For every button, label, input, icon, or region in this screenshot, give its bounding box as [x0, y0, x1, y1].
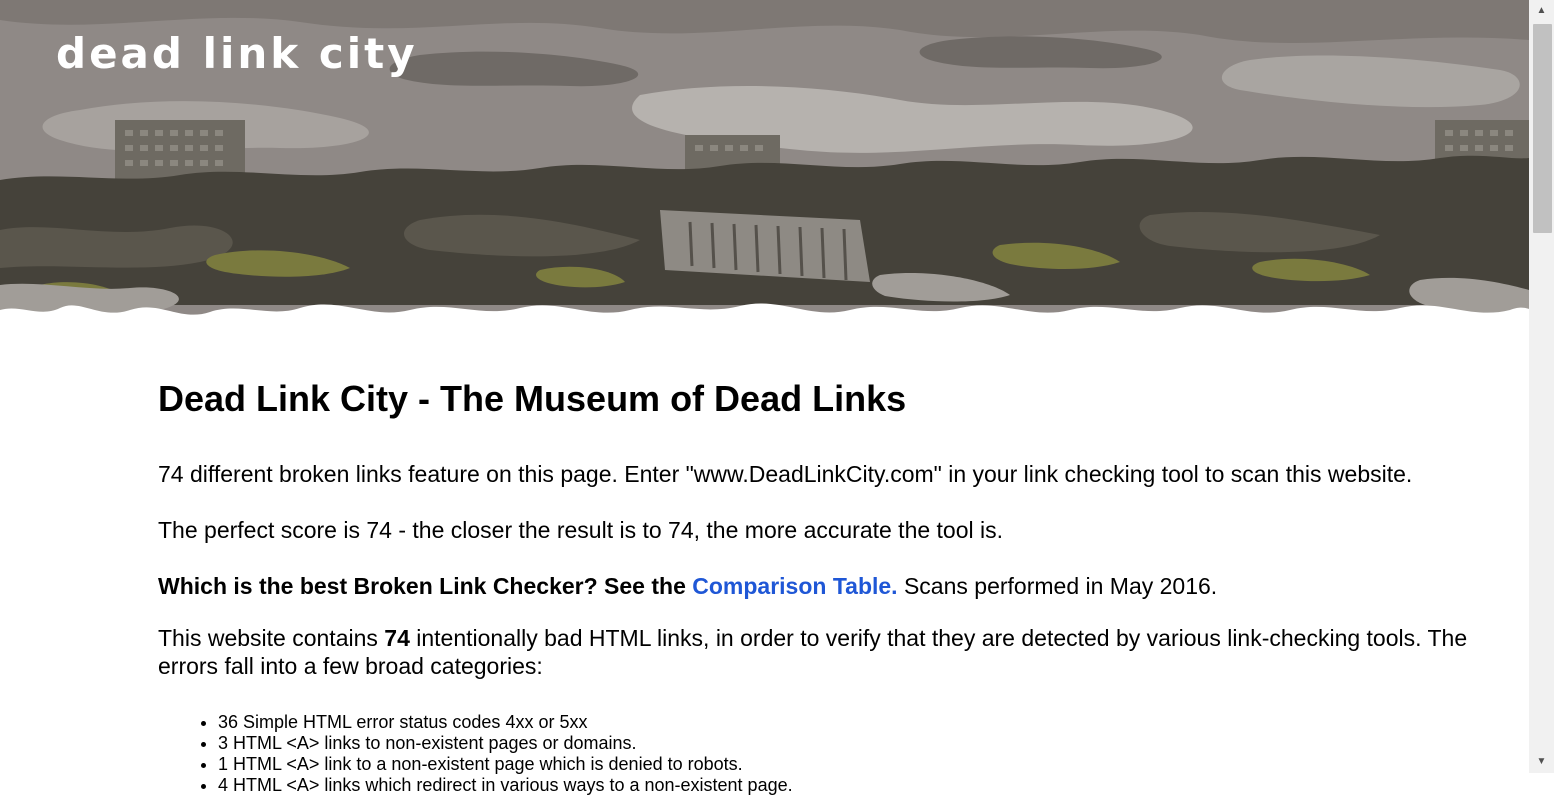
- page-title: Dead Link City - The Museum of Dead Link…: [158, 378, 907, 419]
- list-item: 36 Simple HTML error status codes 4xx or…: [218, 712, 1498, 733]
- scroll-down-arrow-icon[interactable]: ▼: [1529, 753, 1554, 773]
- list-item: 1 HTML <A> link to a non-existent page w…: [218, 754, 1498, 775]
- scroll-up-arrow-icon[interactable]: ▲: [1529, 0, 1554, 20]
- scrollbar-thumb[interactable]: [1533, 24, 1552, 233]
- scans-date-text: Scans performed in May 2016.: [897, 573, 1218, 599]
- vertical-scrollbar[interactable]: ▲ ▼: [1529, 0, 1554, 773]
- contains-before-text: This website contains: [158, 625, 385, 651]
- intro-paragraph: 74 different broken links feature on thi…: [158, 461, 1413, 487]
- site-logo[interactable]: Dead Link City: [56, 33, 418, 75]
- header-banner: Dead Link City: [0, 0, 1529, 335]
- list-item: 3 HTML <A> links to non-existent pages o…: [218, 733, 1498, 754]
- score-paragraph: The perfect score is 74 - the closer the…: [158, 517, 1004, 543]
- best-checker-question: Which is the best Broken Link Checker? S…: [158, 573, 686, 599]
- contains-paragraph: This website contains 74 intentionally b…: [158, 624, 1498, 680]
- error-category-list: 36 Simple HTML error status codes 4xx or…: [158, 712, 1498, 796]
- link-count: 74: [384, 625, 410, 651]
- comparison-table-link[interactable]: Comparison Table.: [692, 573, 897, 599]
- list-item: 4 HTML <A> links which redirect in vario…: [218, 775, 1498, 796]
- main-content: Dead Link City - The Museum of Dead Link…: [158, 372, 1498, 796]
- comparison-paragraph: Which is the best Broken Link Checker? S…: [158, 572, 1498, 600]
